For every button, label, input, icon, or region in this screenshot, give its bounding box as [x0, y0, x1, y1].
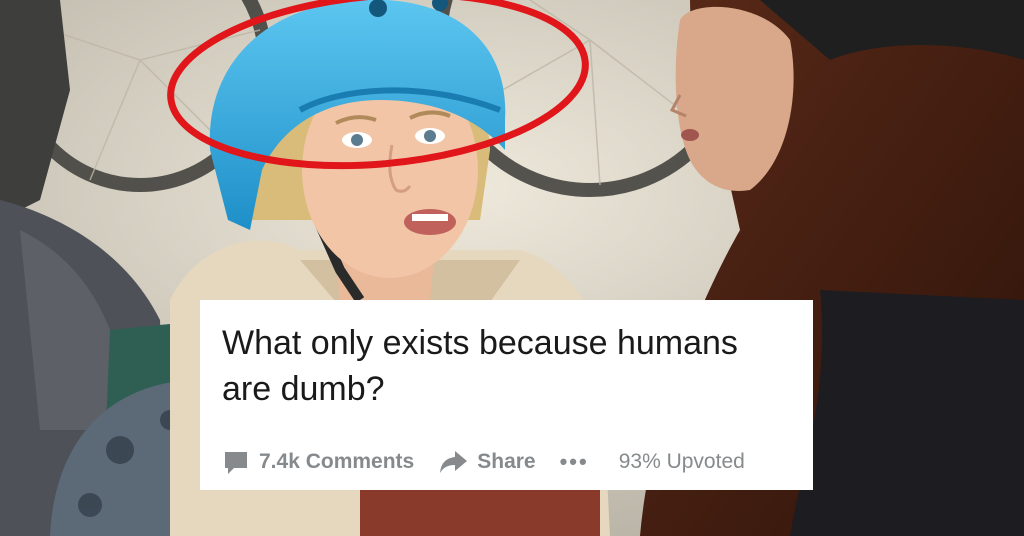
- share-arrow-icon: [440, 451, 468, 473]
- upvoted-percentage: 93% Upvoted: [618, 450, 745, 473]
- comments-button[interactable]: 7.4k Comments: [222, 448, 414, 476]
- comment-bubble-icon: [225, 452, 247, 474]
- more-dots-icon[interactable]: •••: [560, 449, 589, 475]
- share-label: Share: [477, 450, 536, 473]
- post-title[interactable]: What only exists because humans are dumb…: [222, 320, 792, 412]
- comments-label: 7.4k Comments: [259, 450, 415, 473]
- share-button[interactable]: Share: [438, 449, 536, 475]
- post-actions-bar: 7.4k Comments Share ••• 93% Upvoted: [222, 445, 745, 479]
